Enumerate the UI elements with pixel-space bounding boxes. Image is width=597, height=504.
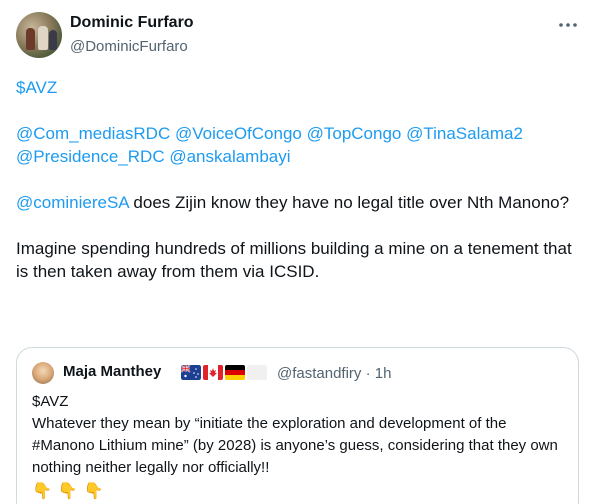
pointing-down-icon: 👇 [83,483,104,500]
canada-flag-icon [203,365,223,380]
mention-link[interactable]: @TinaSalama2 [406,124,523,143]
quoted-cashtag: $AVZ [32,393,69,410]
author-handle[interactable]: @DominicFurfaro [70,38,188,55]
white-flag-icon [247,365,267,380]
pointing-down-emojis: 👇 👇 👇 [32,481,572,503]
tweet-body-text: does Zijin know they have no legal title… [128,193,570,212]
germany-flag-icon [225,365,245,380]
mention-link[interactable]: @TopCongo [307,124,402,143]
quoted-tweet-card[interactable]: Maja Manthey @fastandfiry · 1h $AVZ What… [16,347,579,504]
mention-link[interactable]: @anskalambayi [169,147,290,166]
quoted-tweet-text: $AVZ Whatever they mean by “initiate the… [32,391,572,503]
australia-flag-icon [181,365,201,380]
quoted-author-avatar[interactable] [32,362,54,384]
mention-link[interactable]: @Com_mediasRDC [16,124,170,143]
cashtag-link[interactable]: $AVZ [16,78,57,97]
author-display-name[interactable]: Dominic Furfaro [70,14,194,32]
more-options-icon[interactable] [556,14,580,36]
quoted-author-name[interactable]: Maja Manthey [63,363,161,380]
mention-link[interactable]: @cominiereSA [16,193,129,212]
pointing-down-icon: 👇 [32,483,52,500]
tweet-paragraph: Imagine spending hundreds of millions bu… [16,239,572,281]
mention-link[interactable]: @Presidence_RDC [16,147,165,166]
quoted-author-flags [181,365,267,380]
author-avatar[interactable] [16,12,62,58]
mention-link[interactable]: @VoiceOfCongo [175,124,302,143]
pointing-down-icon: 👇 [57,483,78,500]
tweet-text: $AVZ @Com_mediasRDC @VoiceOfCongo @TopCo… [16,76,581,283]
quoted-handle-time[interactable]: @fastandfiry · 1h [277,365,391,382]
quoted-body: Whatever they mean by “initiate the expl… [32,415,558,476]
